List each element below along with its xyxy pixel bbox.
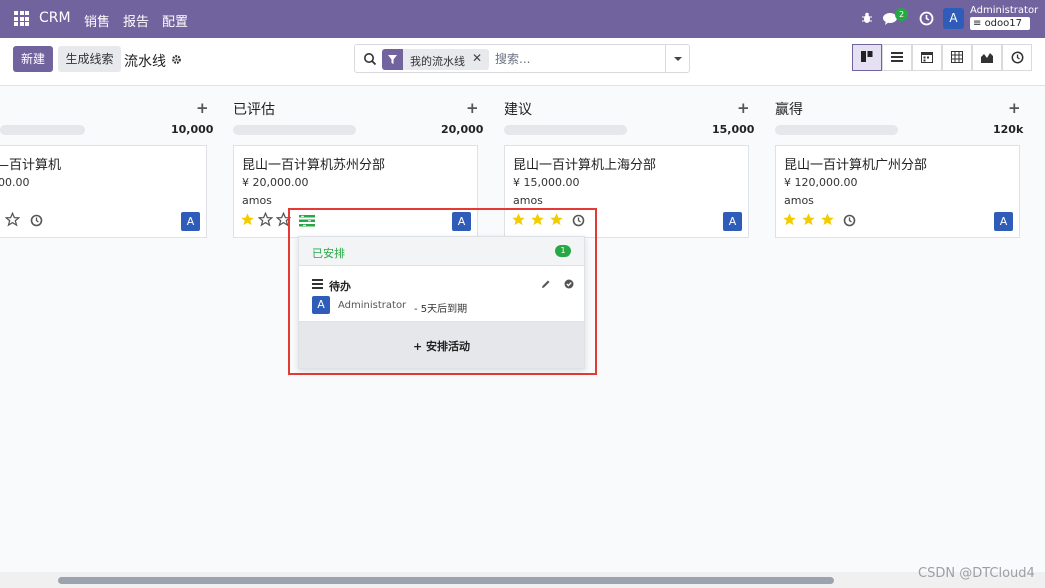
activity-user-avatar: A: [312, 296, 330, 314]
calendar-view-button[interactable]: [912, 44, 942, 71]
database-badge: ≡ odoo17: [970, 17, 1030, 30]
card-revenue: ¥ 120,000.00: [784, 176, 858, 189]
menu-sales[interactable]: 销售: [84, 11, 110, 30]
card-customer: amos: [784, 194, 814, 207]
pencil-icon[interactable]: [541, 279, 551, 289]
column-progress-bar[interactable]: [0, 125, 85, 135]
generate-leads-button[interactable]: 生成线索: [58, 46, 121, 72]
database-name: odoo17: [984, 18, 1022, 29]
activity-due-text: - 5天后到期: [414, 304, 468, 315]
new-button[interactable]: 新建: [13, 46, 53, 72]
bug-icon[interactable]: [862, 12, 872, 24]
list-view-button[interactable]: [882, 44, 912, 71]
card-avatar[interactable]: A: [181, 212, 200, 231]
apps-grid-icon[interactable]: [14, 11, 29, 26]
menu-config[interactable]: 配置: [162, 11, 188, 30]
activity-clock-icon[interactable]: [30, 214, 43, 227]
column-add-icon[interactable]: +: [1008, 99, 1021, 117]
facet-remove-icon[interactable]: ✕: [472, 51, 482, 65]
column-progress-bar[interactable]: [504, 125, 627, 135]
pivot-view-button[interactable]: [942, 44, 972, 71]
card-revenue: ¥ 20,000.00: [242, 176, 309, 189]
column-add-icon[interactable]: +: [196, 99, 209, 117]
star-empty-icon[interactable]: [5, 212, 20, 227]
column-total: 10,000: [171, 123, 214, 136]
watermark: CSDN @DTCloud4: [918, 566, 1035, 581]
schedule-activity-text: 安排活动: [426, 340, 471, 353]
star-filled-icon[interactable]: [240, 212, 255, 227]
schedule-activity-label: + 安排活动: [299, 338, 584, 354]
card-title: 昆山一百计算机苏州分部: [242, 158, 386, 173]
app-brand[interactable]: CRM: [39, 10, 71, 26]
user-name[interactable]: Administrator: [970, 5, 1038, 16]
control-panel: 新建 生成线索 流水线 我的流水线 ✕: [0, 38, 1045, 86]
activity-clock-icon[interactable]: [843, 214, 856, 227]
filter-icon: [382, 49, 403, 70]
popover-header: 已安排 1: [299, 237, 584, 266]
search-facet: 我的流水线 ✕: [382, 49, 489, 70]
calendar-icon: [921, 52, 933, 63]
gear-icon[interactable]: [171, 54, 182, 65]
column-title[interactable]: 已评估: [233, 99, 275, 119]
column-title[interactable]: 赢得: [775, 99, 803, 119]
card-avatar[interactable]: A: [723, 212, 742, 231]
column-total: 20,000: [441, 123, 484, 136]
card-avatar[interactable]: A: [994, 212, 1013, 231]
activity-popover: 已安排 1 待办 A Administrator - 5天后到期 + 安排活动: [298, 236, 585, 369]
column-title[interactable]: 建议: [504, 99, 532, 119]
card-revenue: 00.00: [0, 176, 30, 189]
page-title: 流水线: [124, 54, 166, 70]
column-add-icon[interactable]: +: [466, 99, 479, 117]
clock-icon: [1011, 51, 1024, 64]
column-total: 15,000: [712, 123, 755, 136]
horizontal-scrollbar[interactable]: [0, 572, 1045, 588]
planned-label: 已安排: [312, 247, 345, 260]
star-empty-icon[interactable]: [258, 212, 273, 227]
star-filled-icon[interactable]: [801, 212, 816, 227]
kanban-view-button[interactable]: [852, 44, 882, 71]
search-options-toggle[interactable]: [665, 44, 689, 73]
area-chart-icon: [981, 53, 993, 63]
list-icon: [891, 52, 903, 62]
schedule-activity-button[interactable]: + 安排活动: [299, 322, 584, 368]
chat-count-badge: 2: [895, 8, 908, 21]
card-title: —百计算机: [0, 158, 62, 173]
search-icon[interactable]: [363, 52, 377, 66]
menu-reports[interactable]: 报告: [123, 11, 149, 30]
check-circle-icon[interactable]: [564, 279, 574, 289]
search-bar: 我的流水线 ✕: [354, 44, 690, 73]
planned-count-badge: 1: [555, 245, 571, 257]
top-navbar: CRM 销售 报告 配置 2 A Administrator ≡ odoo17: [0, 0, 1045, 38]
todo-icon: [312, 279, 323, 289]
activity-type-label: 待办: [329, 280, 351, 293]
card-customer: amos: [242, 194, 272, 207]
column-progress-bar[interactable]: [775, 125, 898, 135]
kanban-card[interactable]: —百计算机 00.00 A: [0, 145, 207, 238]
column-progress-bar[interactable]: [233, 125, 356, 135]
pivot-icon: [951, 51, 963, 63]
user-avatar[interactable]: A: [943, 8, 964, 29]
search-input[interactable]: [495, 49, 665, 69]
column-total: 120k: [993, 123, 1024, 136]
caret-down-icon: [674, 57, 682, 61]
facet-label: 我的流水线: [410, 55, 465, 68]
column-add-icon[interactable]: +: [737, 99, 750, 117]
activity-user-name: Administrator: [338, 300, 407, 311]
graph-view-button[interactable]: [972, 44, 1002, 71]
card-customer: amos: [513, 194, 543, 207]
database-icon: ≡: [973, 18, 985, 29]
card-revenue: ¥ 15,000.00: [513, 176, 580, 189]
star-filled-icon[interactable]: [782, 212, 797, 227]
card-title: 昆山一百计算机上海分部: [513, 158, 657, 173]
card-title: 昆山一百计算机广州分部: [784, 158, 928, 173]
activity-view-button[interactable]: [1002, 44, 1032, 71]
star-filled-icon[interactable]: [820, 212, 835, 227]
plus-icon: +: [412, 340, 427, 353]
scrollbar-thumb[interactable]: [58, 577, 834, 584]
kanban-card[interactable]: 昆山一百计算机广州分部 ¥ 120,000.00 amos A: [775, 145, 1020, 238]
kanban-icon: [861, 51, 873, 62]
activity-clock-icon[interactable]: [919, 11, 934, 26]
